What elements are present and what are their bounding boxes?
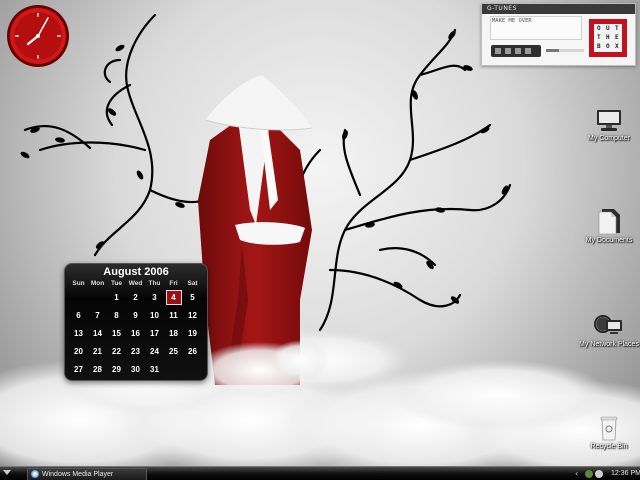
calendar-day[interactable]: 1 [107,288,126,306]
calendar-day[interactable]: 12 [183,306,202,324]
calendar-day[interactable]: 6 [69,306,88,324]
stop-icon[interactable] [515,48,521,54]
my-documents-shortcut[interactable]: My Documents [569,206,640,245]
track-progress-fill [546,49,560,52]
desktop: G-TUNES MAKE ME OVER OUTTHEBOX My Comput… [0,0,640,480]
media-player-icon [31,470,39,478]
album-art-letter: O [597,25,601,32]
calendar-day[interactable]: 29 [107,360,126,378]
calendar-day[interactable]: 14 [88,324,107,342]
calendar-week-row: 20 21 22 23 24 25 26 [69,342,202,360]
calendar-day[interactable]: 19 [183,324,202,342]
calendar-day[interactable]: 13 [69,324,88,342]
calendar-month-title: August 2006 [103,266,169,278]
calendar-day[interactable]: 23 [126,342,145,360]
analog-clock-gadget[interactable] [6,4,70,68]
album-art: OUTTHEBOX [589,19,627,57]
start-menu-icon[interactable] [3,470,11,475]
weekday-header: Thu [148,280,161,287]
calendar-day[interactable]: 2 [126,288,145,306]
calendar-day[interactable]: 31 [145,360,164,378]
calendar-day[interactable]: 3 [145,288,164,306]
calendar-day[interactable]: 10 [145,306,164,324]
album-art-letter: O [606,43,610,50]
calendar-day[interactable]: 5 [183,288,202,306]
network-icon [594,315,622,334]
recycle-bin-shortcut[interactable]: Recycle Bin [569,414,640,451]
calendar-day[interactable]: 9 [126,306,145,324]
calendar-day[interactable]: 27 [69,360,88,378]
weekday-header: Sun [72,280,85,287]
calendar-empty-cell [183,360,202,378]
tray-expand-icon[interactable]: ‹ [575,469,578,479]
calendar-day[interactable]: 30 [126,360,145,378]
calendar-gadget[interactable]: August 2006 Sun Mon Tue Wed Thu Fri Sat 123456… [64,263,208,381]
calendar-day[interactable]: 20 [69,342,88,360]
gtunes-title: G-TUNES [482,4,635,14]
calendar-day[interactable]: 28 [88,360,107,378]
recycle-bin-icon [600,416,618,441]
taskbar-button-label: Windows Media Player [42,471,114,478]
calendar-week-row: 27 28 29 30 31 [69,360,202,378]
calendar-empty-cell [88,288,107,306]
album-art-letter: X [615,43,619,50]
calendar-day[interactable]: 22 [107,342,126,360]
my-computer-shortcut[interactable]: My Computer [569,108,640,143]
weekday-header: Mon [90,280,105,287]
taskbar-clock[interactable]: 12:36 PM [611,469,640,479]
calendar-empty-cell [164,360,183,378]
album-art-letter: U [606,25,610,32]
calendar-day[interactable]: 16 [126,324,145,342]
track-progress[interactable] [546,49,584,52]
documents-icon [598,209,620,235]
album-art-letter: T [615,25,619,32]
weekday-header: Sat [187,280,198,287]
calendar-day[interactable]: 17 [145,324,164,342]
weekday-header: Fri [169,280,178,287]
calendar-grid: Sun Mon Tue Wed Thu Fri Sat 1 2 3 4 5 6 7 8 9 10 11 12 13 1… [69,279,202,378]
wallpaper [0,13,640,480]
volume-tray-icon[interactable] [595,470,603,478]
taskbar-button-windows-media-player[interactable]: Windows Media Player [27,468,147,480]
calendar-day[interactable]: 11 [164,306,183,324]
now-playing-title: MAKE ME OVER [492,18,532,24]
calendar-day[interactable]: 26 [183,342,202,360]
calendar-day[interactable]: 7 [88,306,107,324]
gtunes-widget[interactable]: G-TUNES MAKE ME OVER OUTTHEBOX [481,3,636,66]
calendar-day[interactable]: 18 [164,324,183,342]
taskbar: Windows Media Player ‹ 12:36 PM [0,466,640,480]
calendar-empty-cell [69,288,88,306]
calendar-day-today[interactable]: 4 [164,288,183,306]
playback-controls[interactable] [491,45,541,57]
weekday-header: Wed [128,280,143,287]
icon-label: My Computer [587,135,630,142]
album-art-letter: T [597,34,601,41]
weekday-header: Tue [110,280,123,287]
calendar-week-row: 12345 [69,288,202,306]
calendar-week-row: 6 7 8 9 10 11 12 [69,306,202,324]
my-network-places-shortcut[interactable]: My Network Places [569,312,640,349]
icon-label: My Documents [585,237,633,244]
album-art-letter: H [606,34,610,41]
next-icon[interactable] [525,48,531,54]
calendar-day[interactable]: 24 [145,342,164,360]
icon-label: Recycle Bin [590,443,628,450]
computer-icon [597,110,621,131]
icon-label: My Network Places [579,341,639,348]
play-icon[interactable] [505,48,511,54]
album-art-letter: B [597,43,601,50]
calendar-day[interactable]: 15 [107,324,126,342]
calendar-day[interactable]: 8 [107,306,126,324]
network-tray-icon[interactable] [585,470,593,478]
previous-icon[interactable] [495,48,501,54]
calendar-week-row: 13 14 15 16 17 18 19 [69,324,202,342]
calendar-day[interactable]: 25 [164,342,183,360]
calendar-day[interactable]: 21 [88,342,107,360]
today-highlight: 4 [165,289,182,305]
album-art-letter: E [615,34,619,41]
